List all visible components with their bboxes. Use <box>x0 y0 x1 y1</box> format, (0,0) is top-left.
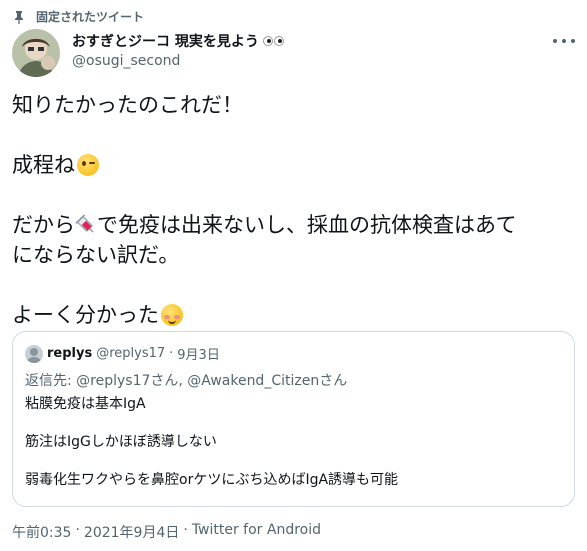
tweet-line-text: だから <box>12 213 75 237</box>
quoted-author-name[interactable]: replys <box>47 346 92 361</box>
winking-face-icon <box>77 154 99 176</box>
quoted-line: 筋注はIgGしかほぼ誘導しない <box>25 434 217 450</box>
reply-to-line: 返信先: @replys17さん, @Awakend_Citizenさん <box>25 370 347 390</box>
pinned-label: 固定されたツイート <box>36 10 145 24</box>
separator: · <box>169 346 174 361</box>
tweet-text: 知りたかったのこれだ！ 成程ね だから で免疫は出来ないし、採血の抗体検査はあて … <box>12 90 577 330</box>
reply-to-users[interactable]: @replys17さん, @Awakend_Citizenさん <box>76 373 347 389</box>
author-handle[interactable]: @osugi_second <box>72 53 180 69</box>
quoted-text: 粘膜免疫は基本IgA 筋注はIgGしかほぼ誘導しない 弱毒化生ワクやらを鼻腔or… <box>25 394 565 508</box>
pinned-indicator: 固定されたツイート <box>12 8 144 25</box>
tweet-line-text: 成程ね <box>12 153 75 177</box>
tweet-line: よーく分かった <box>12 300 577 330</box>
tweet-line-text: よーく分かった <box>12 303 159 327</box>
tweet-footer: 午前0:35 · 2021年9月4日 · Twitter for Android <box>12 522 321 542</box>
tweet-line: だから で免疫は出来ないし、採血の抗体検査はあて にならない訳だ。 <box>12 210 577 270</box>
separator: · <box>75 522 80 538</box>
tweet-time[interactable]: 午前0:35 <box>12 522 71 542</box>
author-display-name[interactable]: おすぎとジーコ 現実を見よう <box>72 31 259 51</box>
tweet-source[interactable]: Twitter for Android <box>192 522 321 542</box>
quoted-header: replys @replys17 · 9月3日 <box>25 344 220 363</box>
reply-prefix: 返信先: <box>25 373 77 389</box>
quoted-line: 弱毒化生ワクやらを鼻腔orケツにぶち込めばIgA誘導も可能 <box>25 472 399 488</box>
tweet-line: 成程ね <box>12 150 577 180</box>
author-name-row[interactable]: おすぎとジーコ 現実を見よう <box>72 31 284 51</box>
more-options-icon[interactable] <box>553 34 575 48</box>
tweet-line-text: にならない訳だ。 <box>12 243 180 267</box>
pin-icon <box>12 10 26 24</box>
syringe-icon <box>75 214 97 236</box>
smiling-face-icon <box>161 304 183 326</box>
quoted-tweet[interactable]: replys @replys17 · 9月3日 返信先: @replys17さん… <box>12 331 575 507</box>
tweet-line-text: で免疫は出来ないし、採血の抗体検査はあて <box>97 213 517 237</box>
tweet-date[interactable]: 2021年9月4日 <box>84 522 179 542</box>
eyes-emoji-icon <box>262 36 284 46</box>
author-avatar[interactable] <box>12 29 60 77</box>
tweet-line: 知りたかったのこれだ！ <box>12 93 243 117</box>
quoted-line: 粘膜免疫は基本IgA <box>25 396 146 412</box>
separator: · <box>183 522 188 538</box>
default-avatar-icon[interactable] <box>25 344 43 363</box>
quoted-author-handle[interactable]: @replys17 <box>96 346 165 361</box>
quoted-date[interactable]: 9月3日 <box>177 344 220 363</box>
